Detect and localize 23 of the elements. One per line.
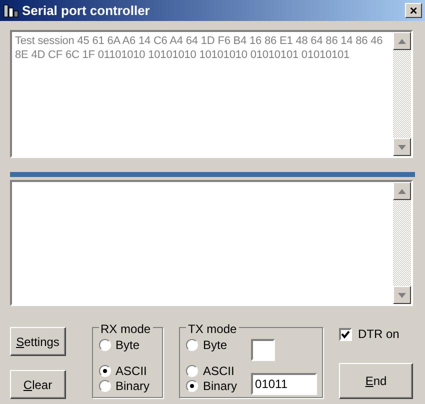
- app-icon: [3, 2, 19, 18]
- checkbox[interactable]: [339, 328, 352, 340]
- radio-button[interactable]: [98, 380, 111, 392]
- radio-button[interactable]: [98, 339, 111, 351]
- receive-text-area: Test session 45 61 6A A6 14 C6 A4 64 1D F6 B4 16 86 E1 48 64 86 14 86 46 8E 4D CF 6C 1F 01101010 10101010 10101010 01010101 01010101: [12, 32, 393, 156]
- radio-button[interactable]: [186, 339, 198, 351]
- radio-label[interactable]: Binary: [203, 377, 238, 395]
- radio-button[interactable]: [186, 380, 198, 392]
- clear-button[interactable]: Clear: [10, 370, 66, 399]
- close-button[interactable]: ×: [405, 3, 422, 18]
- settings-button[interactable]: Settings: [10, 327, 66, 356]
- checkbox-label[interactable]: DTR on: [358, 325, 400, 343]
- radio-button[interactable]: [186, 365, 198, 377]
- radio-label[interactable]: Byte: [203, 336, 228, 354]
- radio-label[interactable]: Byte: [116, 336, 140, 354]
- end-button[interactable]: End: [339, 363, 413, 399]
- byte-input-field[interactable]: [251, 339, 276, 361]
- radio-label[interactable]: ASCII: [116, 362, 147, 380]
- radio-label[interactable]: ASCII: [203, 362, 234, 380]
- binary-input-field[interactable]: 01011: [251, 373, 318, 395]
- radio-label[interactable]: Binary: [116, 377, 150, 395]
- window-title: Serial port controller: [22, 2, 150, 20]
- radio-button[interactable]: [98, 365, 111, 377]
